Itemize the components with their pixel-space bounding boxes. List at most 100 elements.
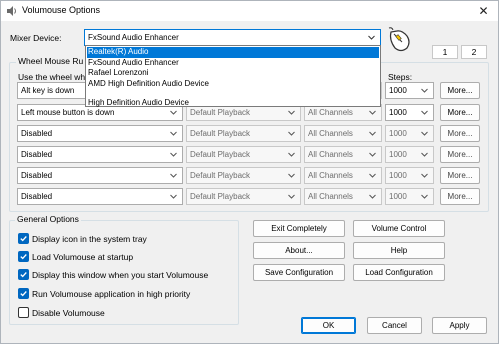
cancel-button[interactable]: Cancel [367,317,422,334]
dropdown-option[interactable]: Rafael Lorenzoni [87,68,379,79]
help-button[interactable]: Help [353,242,445,259]
rule-more-button[interactable]: More... [440,146,480,163]
rule-target-value: Default Playback [190,150,251,159]
chevron-down-icon [369,173,376,178]
rule-more-button[interactable]: More... [440,125,480,142]
dropdown-option[interactable]: AMD High Definition Audio Device [87,79,379,90]
chevron-down-icon [369,110,376,115]
chevron-down-icon [288,131,295,136]
rule-steps-select[interactable]: 1000 [385,125,434,142]
rule-condition-select[interactable]: Disabled [17,125,183,142]
option-label: Display icon in the system tray [32,234,147,244]
chevron-down-icon [288,194,295,199]
rule-condition-select[interactable]: Disabled [17,167,183,184]
chevron-down-icon [288,152,295,157]
chevron-down-icon [288,110,295,115]
volume-control-button[interactable]: Volume Control [353,220,445,237]
rule-condition-value: Disabled [21,192,53,201]
rule-channels-select[interactable]: All Channels [304,188,382,205]
rule-condition-value: Alt key is down [21,86,75,95]
rule-condition-value: Disabled [21,129,53,138]
rule-steps-value: 1000 [389,86,407,95]
general-options-title: General Options [15,214,81,224]
rule-target-select[interactable]: Default Playback [186,167,301,184]
rule-steps-value: 1000 [389,108,407,117]
dropdown-option[interactable]: FxSound Audio Enhancer [87,58,379,69]
option-checkbox[interactable] [18,307,29,318]
mixer-device-label: Mixer Device: [10,33,62,43]
rule-target-value: Default Playback [190,108,251,117]
rule-target-select[interactable]: Default Playback [186,188,301,205]
rule-target-select[interactable]: Default Playback [186,146,301,163]
rule-condition-value: Disabled [21,150,53,159]
mixer-device-value: FxSound Audio Enhancer [88,33,179,42]
rule-more-button[interactable]: More... [440,82,480,99]
rule-condition-select[interactable]: Disabled [17,188,183,205]
apply-button[interactable]: Apply [432,317,487,334]
tab-1[interactable]: 1 [432,45,458,59]
wheel-rules-title: Wheel Mouse Ru [16,56,86,66]
chevron-down-icon [421,194,428,199]
close-icon: ✕ [478,4,489,18]
option-checkbox[interactable] [18,269,29,280]
option-label: Load Volumouse at startup [32,252,134,262]
mixer-device-select[interactable]: FxSound Audio Enhancer [84,29,381,46]
chevron-down-icon [421,110,428,115]
checkmark-icon [20,236,27,242]
option-label: Disable Volumouse [32,308,105,318]
about-button[interactable]: About... [253,242,345,259]
rule-channels-value: All Channels [308,150,353,159]
chevron-down-icon [369,152,376,157]
chevron-down-icon [421,173,428,178]
option-checkbox[interactable] [18,288,29,299]
rule-steps-value: 1000 [389,129,407,138]
exit-completely-button[interactable]: Exit Completely [253,220,345,237]
chevron-down-icon [421,88,428,93]
rule-steps-select[interactable]: 1000 [385,146,434,163]
mouse-wheel-icon [388,27,410,52]
option-label: Display this window when you start Volum… [32,270,209,280]
rule-condition-value: Left mouse button is down [21,108,115,117]
chevron-down-icon [170,131,177,136]
rule-more-button[interactable]: More... [440,167,480,184]
rule-target-value: Default Playback [190,129,251,138]
rule-steps-value: 1000 [389,150,407,159]
rule-channels-select[interactable]: All Channels [304,146,382,163]
chevron-down-icon [170,152,177,157]
rule-condition-select[interactable]: Disabled [17,146,183,163]
rule-channels-select[interactable]: All Channels [304,167,382,184]
options-window: Volumouse Options ✕ Mixer Device: FxSoun… [0,0,499,344]
save-configuration-button[interactable]: Save Configuration [253,264,345,281]
option-label: Run Volumouse application in high priori… [32,289,191,299]
rule-channels-select[interactable]: All Channels [304,125,382,142]
rule-channels-value: All Channels [308,129,353,138]
rule-target-value: Default Playback [190,192,251,201]
chevron-down-icon [421,131,428,136]
rule-more-button[interactable]: More... [440,188,480,205]
rule-steps-select[interactable]: 1000 [385,104,434,121]
tab-2[interactable]: 2 [461,45,487,59]
rule-steps-select[interactable]: 1000 [385,82,434,99]
rule-target-select[interactable]: Default Playback [186,125,301,142]
mixer-device-dropdown-list[interactable]: Realtek(R) Audio FxSound Audio Enhancer … [85,45,381,107]
chevron-down-icon [369,131,376,136]
chevron-down-icon [170,173,177,178]
close-button[interactable]: ✕ [469,1,498,21]
rule-steps-select[interactable]: 1000 [385,188,434,205]
checkmark-icon [20,254,27,260]
option-checkbox[interactable] [18,251,29,262]
rule-condition-value: Disabled [21,171,53,180]
dropdown-option[interactable]: High Definition Audio Device [87,98,379,109]
chevron-down-icon [288,173,295,178]
rule-steps-select[interactable]: 1000 [385,167,434,184]
load-configuration-button[interactable]: Load Configuration [353,264,445,281]
dropdown-option[interactable]: Realtek(R) Audio [87,47,379,58]
option-checkbox[interactable] [18,233,29,244]
rule-channels-value: All Channels [308,108,353,117]
checkmark-icon [20,291,27,297]
window-title: Volumouse Options [22,5,101,15]
ok-button[interactable]: OK [301,317,356,334]
rule-more-button[interactable]: More... [440,104,480,121]
steps-label: Steps: [388,72,413,82]
rule-steps-value: 1000 [389,171,407,180]
